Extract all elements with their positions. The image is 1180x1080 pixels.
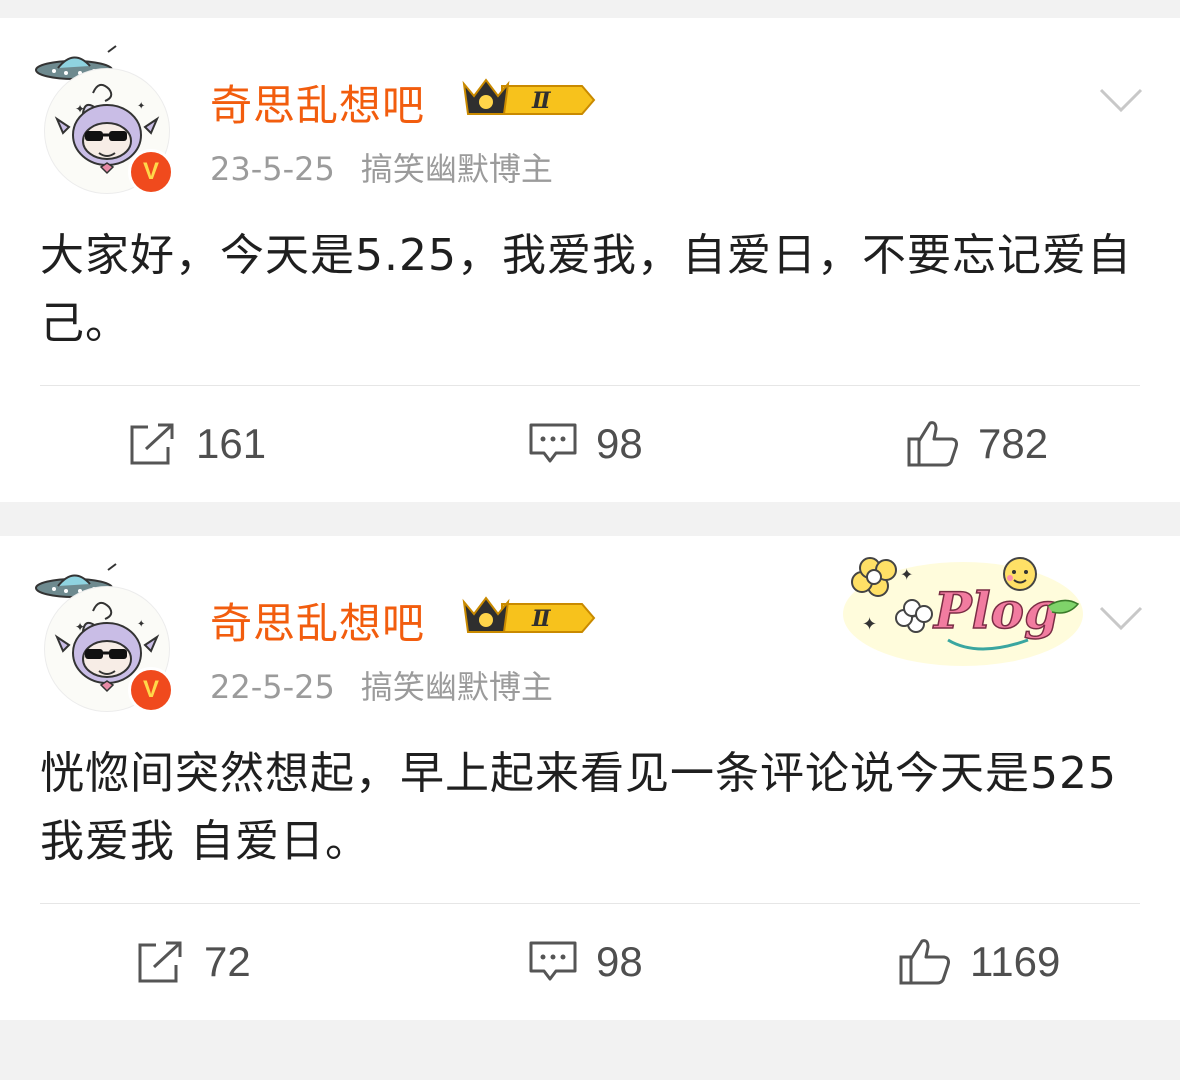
like-button[interactable]: 1169: [898, 904, 1060, 1020]
repost-icon: [130, 423, 174, 465]
post-meta: 23-5-25 搞笑幽默博主: [210, 144, 553, 190]
comment-count: 98: [596, 938, 643, 985]
avatar[interactable]: ✦ ✦ V: [34, 44, 184, 195]
verified-icon: V: [128, 667, 174, 713]
verified-icon: V: [128, 149, 174, 195]
comment-icon: [529, 941, 577, 981]
comment-button[interactable]: 98: [528, 386, 643, 502]
thumbs-up-icon: [899, 939, 950, 985]
svg-text:✦: ✦: [862, 614, 877, 635]
repost-button[interactable]: 161: [128, 386, 266, 502]
author-category: 搞笑幽默博主: [360, 668, 553, 706]
crown-icon: Ⅱ: [462, 78, 596, 115]
repost-icon: [138, 941, 182, 983]
like-count: 1169: [970, 938, 1061, 985]
post-date: 22-5-25: [210, 668, 335, 706]
svg-text:✦: ✦: [900, 565, 913, 584]
post-text: 恍惚间突然想起，早上起来看见一条评论说今天是525 我爱我 自爱日。: [40, 748, 1117, 867]
post-meta: 22-5-25 搞笑幽默博主: [210, 662, 553, 708]
crown-icon: Ⅱ: [462, 596, 596, 633]
action-bar: 72 98 1169: [0, 904, 1180, 1020]
repost-button[interactable]: 72: [136, 904, 251, 1020]
comment-icon: [529, 423, 577, 463]
svg-text:✦: ✦: [75, 102, 85, 116]
post-date: 23-5-25: [210, 150, 335, 188]
author-category: 搞笑幽默博主: [360, 150, 553, 188]
username[interactable]: 奇思乱想吧: [210, 72, 425, 133]
svg-text:✦: ✦: [137, 101, 145, 112]
svg-text:✦: ✦: [137, 619, 145, 630]
repost-count: 72: [204, 938, 251, 985]
avatar[interactable]: ✦ ✦ V: [34, 562, 184, 713]
repost-count: 161: [196, 420, 267, 467]
like-count: 782: [978, 420, 1049, 467]
comment-count: 98: [596, 420, 643, 467]
post-card[interactable]: ✦ ✦ V 奇思乱想吧 Ⅱ 23-5-25 搞笑幽默博主 大家好，今天是5.25，…: [0, 18, 1180, 502]
comment-button[interactable]: 98: [528, 904, 643, 1020]
sticker-text: Plog: [932, 581, 1059, 640]
plog-sticker: Plog ✦ ✦: [843, 557, 1083, 666]
action-bar: 161 98 782: [0, 386, 1180, 502]
post-card[interactable]: ✦ ✦ V 奇思乱想吧 Ⅱ 22-5-25 搞笑幽默博主 Plog ✦ ✦ 恍惚…: [0, 536, 1180, 1020]
username[interactable]: 奇思乱想吧: [210, 590, 425, 651]
thumbs-up-icon: [907, 421, 958, 467]
like-button[interactable]: 782: [906, 386, 1048, 502]
chevron-down-icon[interactable]: [1098, 86, 1144, 114]
level-badge: Ⅱ: [531, 88, 552, 114]
post-text: 大家好，今天是5.25，我爱我，自爱日，不要忘记爱自己。: [40, 230, 1132, 349]
chevron-down-icon[interactable]: [1098, 604, 1144, 632]
level-badge: Ⅱ: [531, 606, 552, 632]
svg-text:✦: ✦: [75, 620, 85, 634]
